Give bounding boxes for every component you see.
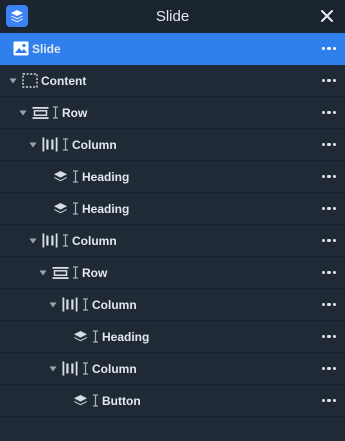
tree-item-label: Heading xyxy=(82,169,130,184)
layers-icon xyxy=(51,169,69,185)
layers-icon xyxy=(51,201,69,217)
caret-down-icon[interactable] xyxy=(48,364,58,374)
tree-item-label: Heading xyxy=(82,201,130,216)
more-options-icon[interactable] xyxy=(320,161,336,192)
more-options-icon[interactable] xyxy=(320,289,336,320)
tree-item-label: Row xyxy=(62,105,88,120)
caret-down-icon[interactable] xyxy=(28,140,38,150)
tree-item-label: Heading xyxy=(102,329,150,344)
tree-row-heading[interactable]: Heading xyxy=(0,161,345,193)
more-options-icon[interactable] xyxy=(320,321,336,352)
dashed-box-icon xyxy=(21,73,39,89)
tree-row-column[interactable]: Column xyxy=(0,129,345,161)
tree-item-label: Row xyxy=(82,265,108,280)
layers-icon xyxy=(71,329,89,345)
structure-tree: Slide Content Row Column Heading Heading Colum… xyxy=(0,33,345,417)
panel-header: Slide xyxy=(0,0,345,34)
more-options-icon[interactable] xyxy=(320,353,336,384)
text-cursor-icon xyxy=(61,138,69,152)
column-icon xyxy=(41,137,59,153)
tree-row-row[interactable]: Row xyxy=(0,97,345,129)
navigator-panel: Slide Slide Content Row Column Heading Headin… xyxy=(0,0,345,441)
text-cursor-icon xyxy=(51,106,59,120)
text-cursor-icon xyxy=(71,170,79,184)
column-icon xyxy=(41,233,59,249)
more-options-icon[interactable] xyxy=(320,97,336,128)
text-cursor-icon xyxy=(91,394,99,408)
tree-item-label: Content xyxy=(41,73,87,88)
text-cursor-icon xyxy=(81,362,89,376)
close-icon[interactable] xyxy=(319,8,335,24)
tree-row-content[interactable]: Content xyxy=(0,65,345,97)
caret-down-icon[interactable] xyxy=(48,300,58,310)
tree-item-label: Column xyxy=(72,233,117,248)
tree-row-row[interactable]: Row xyxy=(0,257,345,289)
tree-row-heading[interactable]: Heading xyxy=(0,193,345,225)
text-cursor-icon xyxy=(81,298,89,312)
text-cursor-icon xyxy=(71,266,79,280)
caret-down-icon[interactable] xyxy=(38,268,48,278)
tree-row-button[interactable]: Button xyxy=(0,385,345,417)
text-cursor-icon xyxy=(61,234,69,248)
more-options-icon[interactable] xyxy=(320,193,336,224)
tree-item-label: Slide xyxy=(32,41,61,56)
tree-row-slide[interactable]: Slide xyxy=(0,33,345,65)
more-options-icon[interactable] xyxy=(320,225,336,256)
image-icon xyxy=(12,41,30,57)
row-icon xyxy=(31,105,49,121)
tree-item-label: Column xyxy=(92,361,137,376)
tree-row-column[interactable]: Column xyxy=(0,225,345,257)
caret-down-icon[interactable] xyxy=(28,236,38,246)
more-options-icon[interactable] xyxy=(320,129,336,160)
text-cursor-icon xyxy=(91,330,99,344)
caret-down-icon[interactable] xyxy=(8,76,18,86)
tree-row-heading[interactable]: Heading xyxy=(0,321,345,353)
column-icon xyxy=(61,297,79,313)
tree-row-column[interactable]: Column xyxy=(0,289,345,321)
tree-item-label: Column xyxy=(72,137,117,152)
layers-icon xyxy=(71,393,89,409)
caret-down-icon[interactable] xyxy=(18,108,28,118)
panel-title: Slide xyxy=(155,8,190,25)
column-icon xyxy=(61,361,79,377)
text-cursor-icon xyxy=(71,202,79,216)
more-options-icon[interactable] xyxy=(320,65,336,96)
more-options-icon[interactable] xyxy=(320,257,336,288)
tree-item-label: Column xyxy=(92,297,137,312)
more-options-icon[interactable] xyxy=(320,33,336,64)
row-icon xyxy=(51,265,69,281)
tree-item-label: Button xyxy=(102,393,141,408)
tree-row-column[interactable]: Column xyxy=(0,353,345,385)
more-options-icon[interactable] xyxy=(320,385,336,416)
